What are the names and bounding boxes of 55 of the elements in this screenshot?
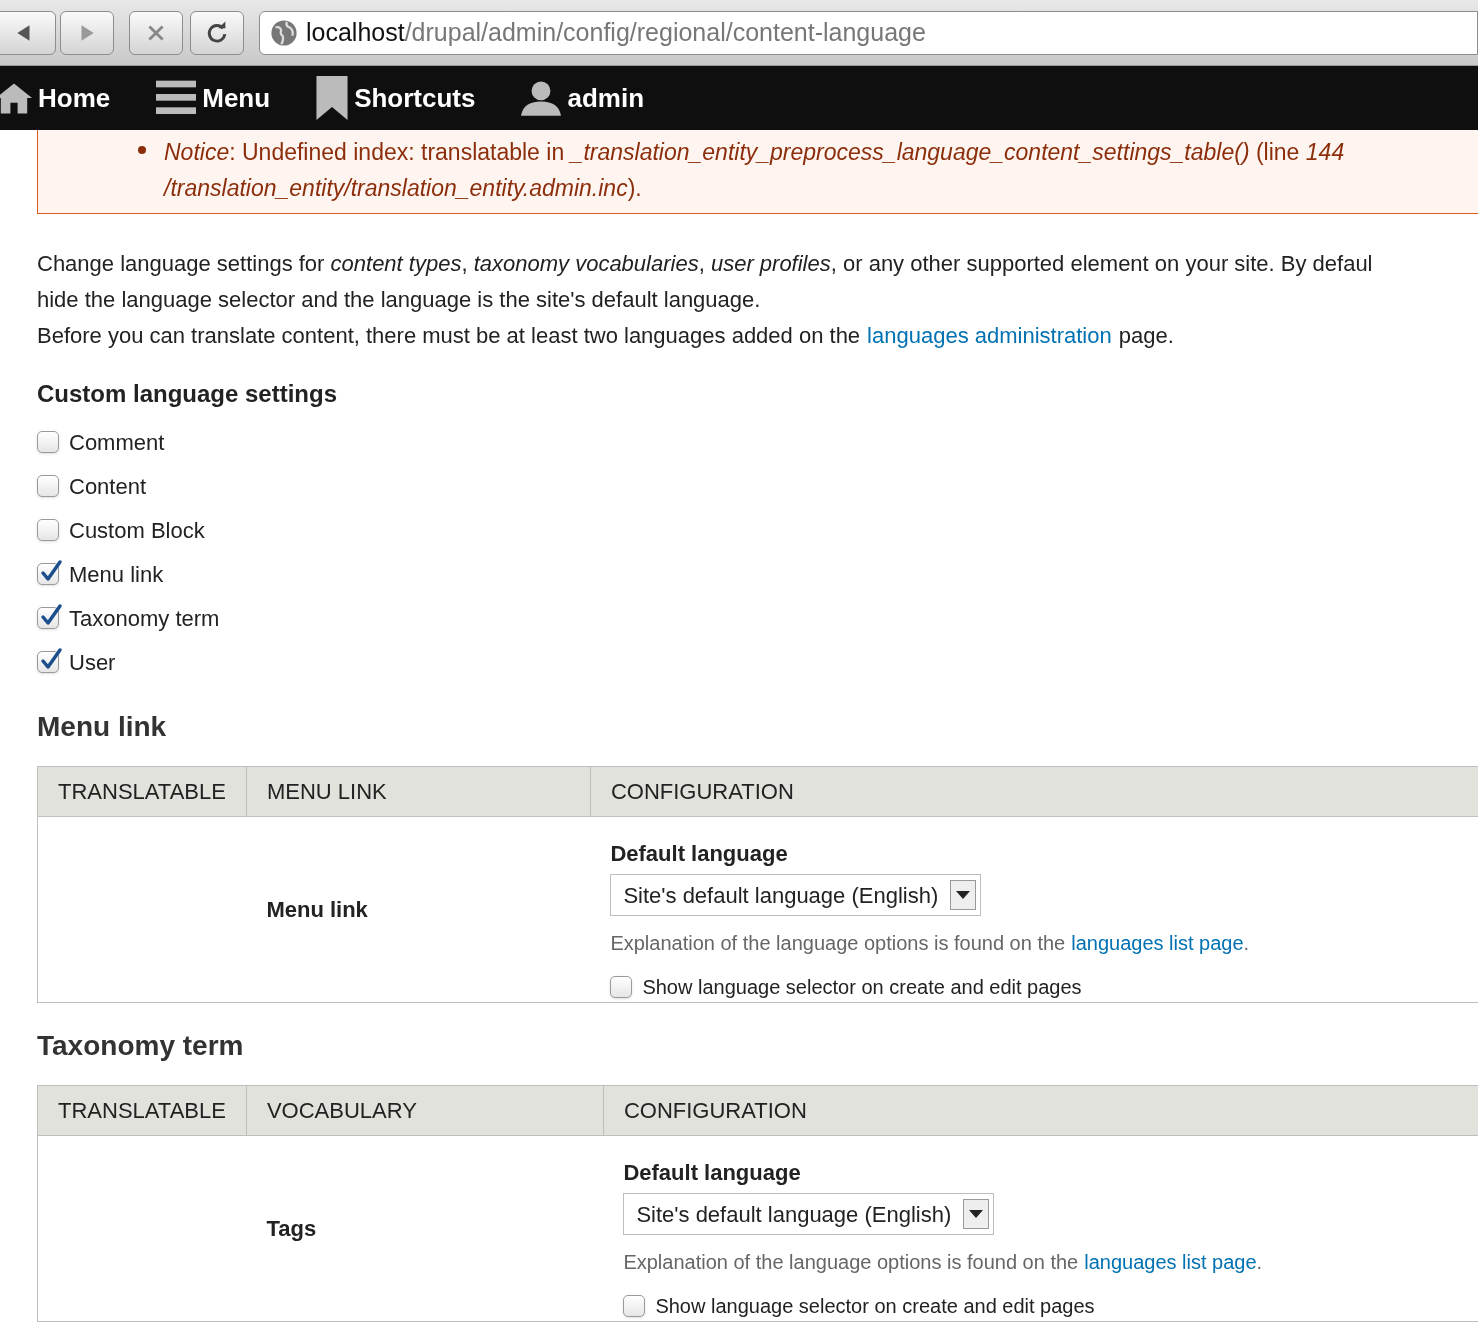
language-select[interactable]: Site's default language (English) <box>623 1193 995 1235</box>
description-text: page. <box>1118 322 1174 350</box>
user-icon <box>521 80 562 116</box>
column-header: VOCABULARY <box>246 1085 604 1136</box>
help-text: Explanation of the language options is found on the <box>623 1250 1079 1275</box>
stop-button[interactable] <box>129 10 183 55</box>
reload-icon <box>205 20 229 45</box>
reload-button[interactable] <box>190 10 244 55</box>
checkbox[interactable] <box>37 431 59 453</box>
column-header: MENU LINK <box>246 766 591 817</box>
languages-list-link[interactable]: languages list page <box>1084 1247 1257 1277</box>
checkbox[interactable] <box>37 651 59 673</box>
checkbox-label[interactable]: Show language selector on create and edit pages <box>655 1291 1095 1321</box>
bookmark-icon <box>316 76 349 120</box>
checkbox[interactable] <box>623 1295 646 1317</box>
section-heading: Menu link <box>37 710 168 744</box>
globe-icon <box>270 18 298 47</box>
checkbox-label[interactable]: User <box>69 645 116 679</box>
column-header: CONFIGURATION <box>590 766 1478 817</box>
languages-administration-link[interactable]: languages administration <box>867 318 1112 354</box>
help-text: . <box>1243 931 1250 956</box>
bullet-icon <box>138 146 146 154</box>
checkbox-label[interactable]: Show language selector on create and edit pages <box>642 972 1082 1002</box>
checkbox-label[interactable]: Menu link <box>69 557 164 591</box>
section-heading: Custom language settings <box>37 379 339 409</box>
help-text: . <box>1256 1250 1263 1275</box>
checkbox-label[interactable]: Taxonomy term <box>69 601 220 635</box>
table-cell: Menu link <box>246 816 591 1003</box>
checkbox-label[interactable]: Custom Block <box>69 513 205 547</box>
forward-button[interactable] <box>60 10 114 55</box>
toolbar-link[interactable]: Shortcuts <box>316 76 476 120</box>
table-cell: Tags <box>246 1135 604 1322</box>
description-text: Change language settings for content types, taxonomy vocabularies, user profiles, or any other supported element on your site. By defaul hide the language selector and the language is the site's default language. <box>37 250 1374 314</box>
column-header: CONFIGURATION <box>603 1085 1478 1136</box>
language-select[interactable]: Site's default language (English) <box>610 874 982 916</box>
checkbox[interactable] <box>610 976 633 998</box>
description-text: Before you can translate content, there must be at least two languages added on the <box>37 322 861 350</box>
help-text: Explanation of the language options is found on the <box>610 931 1066 956</box>
field-label: Default language <box>610 840 789 868</box>
toolbar-link[interactable]: Menu <box>156 78 271 118</box>
back-button[interactable] <box>0 10 56 55</box>
error-message: Notice: Undefined index: translatable in _translation_entity_preprocess_language_content_settings_table() (line 144 /translation_entity/translation_entity.admin.inc). <box>164 138 1346 203</box>
checkbox-label[interactable]: Comment <box>69 425 165 459</box>
column-header: TRANSLATABLE <box>37 1085 247 1136</box>
languages-list-link[interactable]: languages list page <box>1071 928 1244 958</box>
checkbox[interactable] <box>37 475 59 497</box>
toolbar-link[interactable]: admin <box>521 78 645 118</box>
checkbox-label[interactable]: Content <box>69 469 147 503</box>
field-label: Default language <box>623 1159 802 1187</box>
section-heading: Taxonomy term <box>37 1029 245 1063</box>
checkbox[interactable] <box>37 563 59 585</box>
toolbar-link[interactable]: Home <box>0 78 111 118</box>
checkbox[interactable] <box>37 607 59 629</box>
checkbox[interactable] <box>37 519 59 541</box>
column-header: TRANSLATABLE <box>37 766 247 817</box>
